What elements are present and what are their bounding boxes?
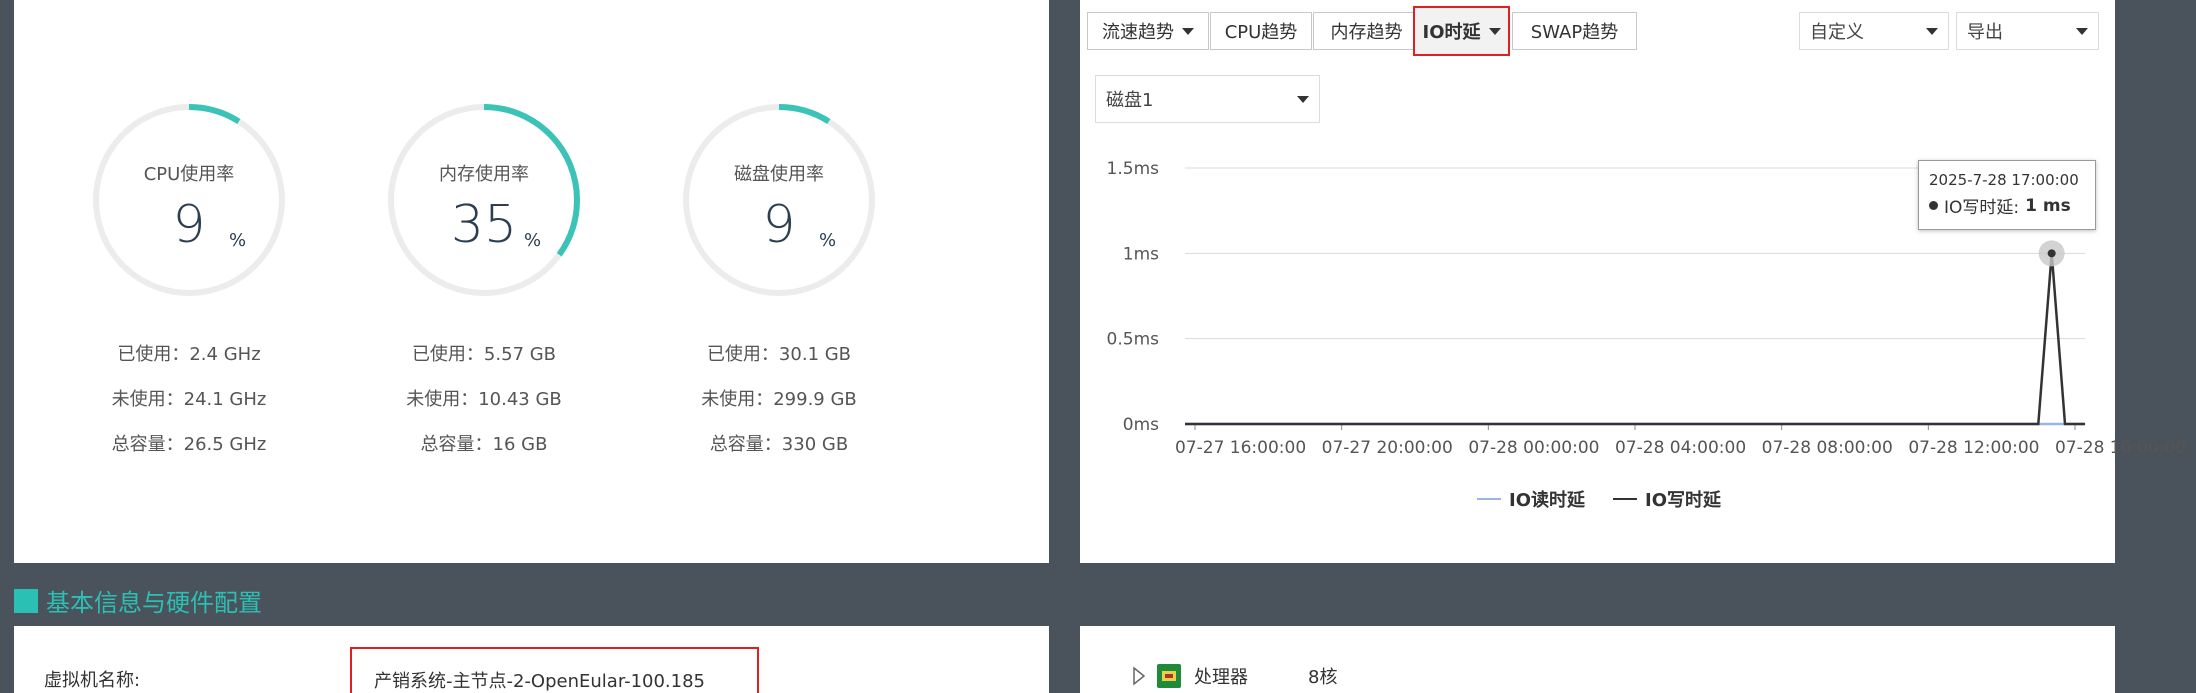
legend-io-write[interactable]: IO写时延 <box>1613 486 1721 512</box>
time-range-value: 自定义 <box>1810 22 1864 43</box>
memory-total-text: 总容量：16 GB <box>420 434 548 455</box>
section-title: 基本信息与硬件配置 <box>14 583 262 618</box>
processor-chip-icon <box>1157 664 1181 688</box>
tab-cpu-trend[interactable]: CPU趋势 <box>1210 12 1312 50</box>
tab-io-latency[interactable]: IO时延 <box>1413 6 1510 56</box>
chevron-down-icon <box>1926 27 1938 35</box>
disk-usage-gauge: 磁盘使用率 9 % <box>679 100 879 300</box>
cpu-gauge-label: CPU使用率 <box>143 164 235 185</box>
tab-io-latency-label: IO时延 <box>1422 22 1481 43</box>
vm-name-label: 虚拟机名称: <box>44 670 141 691</box>
disk-gauge-label: 磁盘使用率 <box>734 164 824 185</box>
disk-select-value: 磁盘1 <box>1106 90 1154 111</box>
hardware-row-cpu[interactable]: 处理器 8核 <box>1132 663 1337 689</box>
time-range-select[interactable]: 自定义 <box>1799 12 1949 50</box>
tab-cpu-trend-label: CPU趋势 <box>1224 22 1298 43</box>
usage-panel: CPU使用率 9 % 已使用：2.4 GHz 未使用：24.1 GHz 总容量：… <box>14 0 1049 563</box>
cpu-free-text: 未使用：24.1 GHz <box>111 389 267 410</box>
disk-total-text: 总容量：330 GB <box>709 434 849 455</box>
cpu-usage-gauge: CPU使用率 9 % <box>89 100 289 300</box>
cpu-gauge-value: 9 <box>172 195 206 255</box>
cpu-gauge-unit: % <box>229 230 247 251</box>
tooltip-row: IO写时延: 1 ms <box>1929 193 2085 218</box>
legend-io-read-label: IO读时延 <box>1509 490 1585 511</box>
hardware-cpu-value: 8核 <box>1308 667 1338 688</box>
tab-memory-trend[interactable]: 内存趋势 <box>1313 12 1420 50</box>
legend-line-icon <box>1613 498 1637 500</box>
chevron-down-icon <box>2076 27 2088 35</box>
chart-tooltip: 2025-7-28 17:00:00 IO写时延: 1 ms <box>1918 160 2096 230</box>
memory-free-text: 未使用：10.43 GB <box>406 389 562 410</box>
tooltip-value: 1 ms <box>2025 195 2071 216</box>
memory-usage-gauge: 内存使用率 35 % <box>384 100 584 300</box>
chevron-down-icon <box>1182 27 1194 35</box>
legend-io-read[interactable]: IO读时延 <box>1477 486 1585 512</box>
tab-flow-trend[interactable]: 流速趋势 <box>1087 12 1209 50</box>
trend-chart-panel: 流速趋势 CPU趋势 内存趋势 IO时延 SWAP趋势 自定义 导出 磁盘1 <box>1080 0 2115 563</box>
tooltip-date: 2025-7-28 17:00:00 <box>1929 171 2079 189</box>
tab-flow-trend-label: 流速趋势 <box>1102 22 1174 43</box>
disk-gauge-value: 9 <box>762 195 796 255</box>
section-marker-icon <box>14 588 38 613</box>
export-value: 导出 <box>1967 22 2003 43</box>
tab-memory-trend-label: 内存趋势 <box>1330 22 1403 43</box>
memory-gauge-value: 35 <box>450 195 518 255</box>
disk-used-text: 已使用：30.1 GB <box>706 344 852 365</box>
chevron-down-icon <box>1297 95 1309 103</box>
disk-free-text: 未使用：299.9 GB <box>701 389 857 410</box>
memory-gauge-label: 内存使用率 <box>439 164 529 185</box>
disk-gauge-unit: % <box>819 230 837 251</box>
tab-swap-trend-label: SWAP趋势 <box>1530 22 1619 43</box>
cpu-total-text: 总容量：26.5 GHz <box>111 434 267 455</box>
chevron-down-icon <box>1488 27 1501 35</box>
legend-line-icon <box>1477 498 1501 500</box>
series-dot-icon <box>1929 201 1938 210</box>
tooltip-series-label: IO写时延: <box>1944 198 2020 218</box>
disk-select[interactable]: 磁盘1 <box>1095 75 1320 123</box>
memory-gauge-unit: % <box>524 230 542 251</box>
cpu-used-text: 已使用：2.4 GHz <box>117 344 261 365</box>
tab-swap-trend[interactable]: SWAP趋势 <box>1512 12 1637 50</box>
expand-triangle-icon[interactable] <box>1132 666 1146 686</box>
legend-io-write-label: IO写时延 <box>1645 490 1721 511</box>
section-title-text: 基本信息与硬件配置 <box>46 589 262 617</box>
memory-used-text: 已使用：5.57 GB <box>411 344 557 365</box>
hardware-cpu-label: 处理器 <box>1194 667 1248 688</box>
vm-name-value: 产销系统-主节点-2-OpenEular-100.185 <box>350 647 759 693</box>
export-select[interactable]: 导出 <box>1956 12 2099 50</box>
